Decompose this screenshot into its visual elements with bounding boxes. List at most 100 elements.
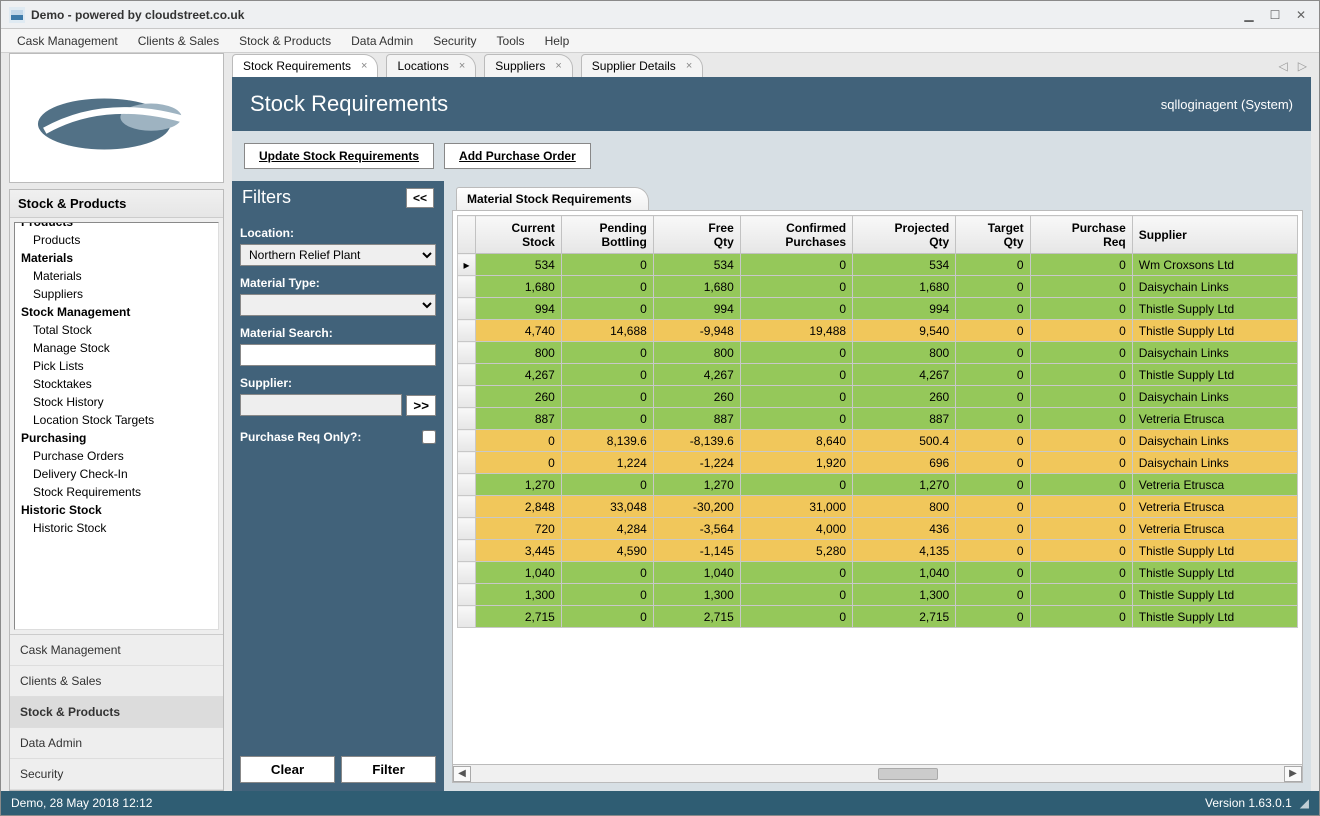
cell-supplier[interactable]: Vetreria Etrusca <box>1132 518 1297 540</box>
cell-supplier[interactable]: Vetreria Etrusca <box>1132 496 1297 518</box>
table-row[interactable]: 08,139.6-8,139.68,640500.400Daisychain L… <box>458 430 1298 452</box>
cell[interactable]: 887 <box>853 408 956 430</box>
cell[interactable]: 0 <box>1030 408 1132 430</box>
table-row[interactable]: 8870887088700Vetreria Etrusca <box>458 408 1298 430</box>
cell[interactable]: 0 <box>740 276 852 298</box>
cell[interactable]: 0 <box>1030 496 1132 518</box>
cell[interactable]: 1,040 <box>653 562 740 584</box>
nav-item-suppliers[interactable]: Suppliers <box>15 285 218 303</box>
cell[interactable]: 0 <box>1030 540 1132 562</box>
close-button[interactable]: ✕ <box>1291 6 1311 24</box>
cell[interactable]: 1,680 <box>853 276 956 298</box>
cell[interactable]: 0 <box>561 254 653 276</box>
nav-section-stock-products[interactable]: Stock & Products <box>10 697 223 728</box>
cell[interactable]: 0 <box>561 276 653 298</box>
table-row[interactable]: 9940994099400Thistle Supply Ltd <box>458 298 1298 320</box>
table-row[interactable]: 8000800080000Daisychain Links <box>458 342 1298 364</box>
cell[interactable]: 0 <box>561 342 653 364</box>
row-header[interactable] <box>458 430 476 452</box>
scroll-right-icon[interactable]: ▶ <box>1284 766 1302 782</box>
cell-supplier[interactable]: Daisychain Links <box>1132 430 1297 452</box>
row-header[interactable] <box>458 540 476 562</box>
cell[interactable]: 436 <box>853 518 956 540</box>
cell[interactable]: 0 <box>561 474 653 496</box>
menu-clients-sales[interactable]: Clients & Sales <box>128 31 229 51</box>
cell-supplier[interactable]: Daisychain Links <box>1132 342 1297 364</box>
cell[interactable]: 0 <box>561 584 653 606</box>
nav-item-historic-stock[interactable]: Historic Stock <box>15 519 218 537</box>
menu-cask-management[interactable]: Cask Management <box>7 31 128 51</box>
col-confirmed-purchases[interactable]: ConfirmedPurchases <box>740 216 852 254</box>
cell[interactable]: 0 <box>740 342 852 364</box>
col-pending-bottling[interactable]: PendingBottling <box>561 216 653 254</box>
cell[interactable]: 0 <box>1030 342 1132 364</box>
nav-item-purchase-orders[interactable]: Purchase Orders <box>15 447 218 465</box>
cell-supplier[interactable]: Vetreria Etrusca <box>1132 474 1297 496</box>
table-row[interactable]: 1,30001,30001,30000Thistle Supply Ltd <box>458 584 1298 606</box>
col-supplier[interactable]: Supplier <box>1132 216 1297 254</box>
table-row[interactable]: 2,71502,71502,71500Thistle Supply Ltd <box>458 606 1298 628</box>
cell[interactable]: 1,270 <box>476 474 562 496</box>
cell[interactable]: 0 <box>740 606 852 628</box>
close-icon[interactable]: × <box>361 60 367 72</box>
supplier-input[interactable] <box>240 394 402 416</box>
cell-supplier[interactable]: Thistle Supply Ltd <box>1132 540 1297 562</box>
tab-supplier-details[interactable]: Supplier Details× <box>581 54 703 77</box>
cell[interactable]: 1,224 <box>561 452 653 474</box>
cell[interactable]: -1,224 <box>653 452 740 474</box>
cell[interactable]: 8,640 <box>740 430 852 452</box>
cell[interactable]: 1,270 <box>653 474 740 496</box>
cell[interactable]: 1,040 <box>476 562 562 584</box>
add-purchase-order-button[interactable]: Add Purchase Order <box>444 143 591 169</box>
cell[interactable]: 4,135 <box>853 540 956 562</box>
col-current-stock[interactable]: CurrentStock <box>476 216 562 254</box>
cell-supplier[interactable]: Daisychain Links <box>1132 386 1297 408</box>
table-row[interactable]: ▸5340534053400Wm Croxsons Ltd <box>458 254 1298 276</box>
cell[interactable]: 0 <box>956 430 1030 452</box>
cell[interactable]: 887 <box>476 408 562 430</box>
cell-supplier[interactable]: Daisychain Links <box>1132 452 1297 474</box>
cell[interactable]: 0 <box>561 386 653 408</box>
cell[interactable]: 0 <box>476 452 562 474</box>
close-icon[interactable]: × <box>459 60 465 72</box>
location-select[interactable]: Northern Relief Plant <box>240 244 436 266</box>
cell[interactable]: 0 <box>1030 562 1132 584</box>
tab-nav-arrows[interactable]: ◁▷ <box>1279 59 1307 73</box>
row-header[interactable] <box>458 474 476 496</box>
cell[interactable]: 800 <box>853 496 956 518</box>
supplier-lookup-button[interactable]: >> <box>406 395 436 416</box>
cell[interactable]: 4,284 <box>561 518 653 540</box>
cell[interactable]: 1,040 <box>853 562 956 584</box>
cell-supplier[interactable]: Wm Croxsons Ltd <box>1132 254 1297 276</box>
tab-next-icon[interactable]: ▷ <box>1298 59 1307 73</box>
tab-suppliers[interactable]: Suppliers× <box>484 54 572 77</box>
nav-item-stock-history[interactable]: Stock History <box>15 393 218 411</box>
row-header[interactable] <box>458 298 476 320</box>
cell[interactable]: 994 <box>653 298 740 320</box>
cell[interactable]: 0 <box>1030 254 1132 276</box>
cell[interactable]: 0 <box>1030 452 1132 474</box>
cell-supplier[interactable]: Thistle Supply Ltd <box>1132 298 1297 320</box>
cell[interactable]: 1,270 <box>853 474 956 496</box>
close-icon[interactable]: × <box>555 60 561 72</box>
cell-supplier[interactable]: Daisychain Links <box>1132 276 1297 298</box>
scroll-thumb[interactable] <box>878 768 938 780</box>
cell[interactable]: 0 <box>956 584 1030 606</box>
minimize-button[interactable]: ▁ <box>1239 6 1259 24</box>
cell[interactable]: -9,948 <box>653 320 740 342</box>
cell[interactable]: 1,680 <box>476 276 562 298</box>
cell[interactable]: 0 <box>1030 474 1132 496</box>
cell-supplier[interactable]: Thistle Supply Ltd <box>1132 606 1297 628</box>
nav-item-pick-lists[interactable]: Pick Lists <box>15 357 218 375</box>
material-search-input[interactable] <box>240 344 436 366</box>
filter-button[interactable]: Filter <box>341 756 436 783</box>
row-header[interactable] <box>458 496 476 518</box>
nav-item-manage-stock[interactable]: Manage Stock <box>15 339 218 357</box>
cell[interactable]: 0 <box>740 408 852 430</box>
row-header[interactable] <box>458 364 476 386</box>
cell-supplier[interactable]: Thistle Supply Ltd <box>1132 562 1297 584</box>
cell[interactable]: 0 <box>740 298 852 320</box>
cell[interactable]: 1,680 <box>653 276 740 298</box>
cell[interactable]: 696 <box>853 452 956 474</box>
cell[interactable]: 0 <box>956 320 1030 342</box>
